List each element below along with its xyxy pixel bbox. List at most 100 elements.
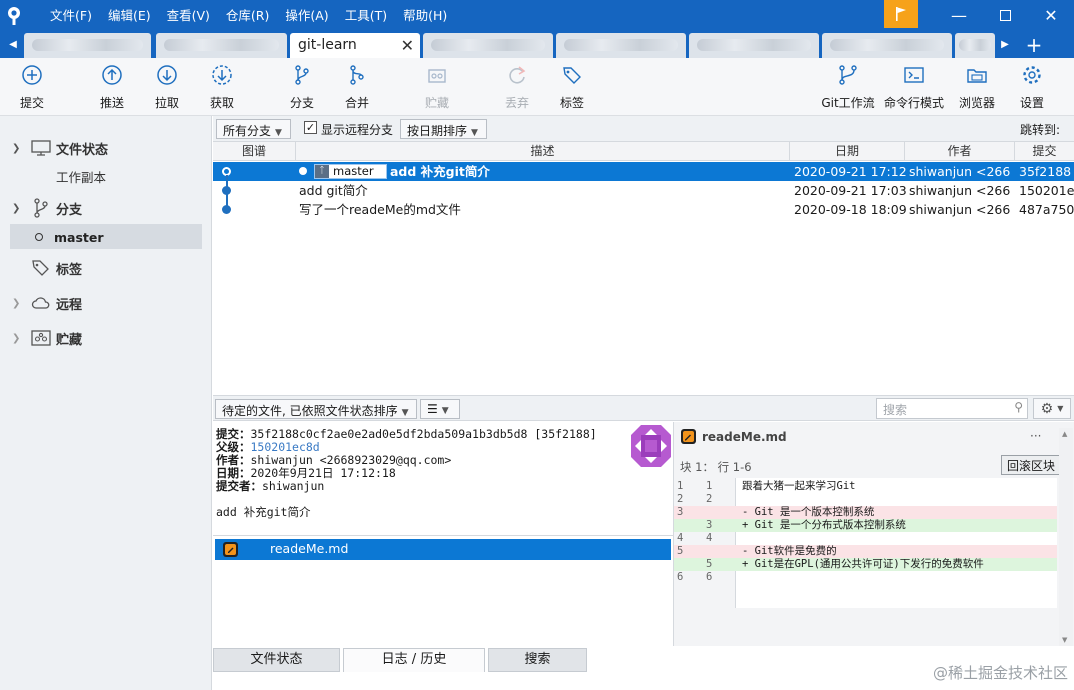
sort-order-dropdown[interactable]: 按日期排序 ▼ [400, 119, 487, 139]
revert-hunk-button[interactable]: 回滚区块 [1001, 455, 1062, 475]
repo-tab[interactable] [423, 33, 553, 58]
diff-scrollbar[interactable]: ▲ ▼ [1059, 428, 1073, 646]
column-header-date[interactable]: 日期 [790, 142, 905, 161]
flag-icon[interactable] [884, 0, 918, 28]
chevron-down-icon: ▼ [401, 408, 409, 418]
new-tab-button[interactable]: + [1022, 31, 1046, 58]
repo-tab[interactable] [955, 33, 995, 58]
view-mode-dropdown[interactable]: ☰ ▼ [420, 399, 460, 419]
terminal-button[interactable]: 命令行模式 [884, 62, 944, 112]
chevron-down-icon: ▼ [441, 406, 449, 416]
watermark: @稀土掘金技术社区 [932, 664, 1068, 682]
close-window-button[interactable]: ✕ [1028, 0, 1074, 31]
show-remote-label: 显示远程分支 [321, 123, 394, 137]
pull-down-icon [154, 62, 180, 88]
show-remote-checkbox[interactable]: ✓ [304, 121, 317, 134]
sidebar-section-file-status[interactable]: ❯ 文件状态 [0, 135, 212, 161]
menu-help[interactable]: 帮助(H) [395, 0, 455, 31]
head-indicator-icon [299, 167, 307, 175]
diff-code: 11 跟着大猪一起来学习Git 22 3- Git 是一个版本控制系统 3 + G… [674, 478, 1057, 608]
settings-button[interactable]: 设置 [1018, 62, 1046, 112]
chevron-right-icon[interactable]: ❯ [12, 333, 24, 344]
stash-button[interactable]: 贮藏 [423, 62, 451, 112]
scroll-up-icon[interactable]: ▲ [1062, 430, 1067, 438]
menu-edit[interactable]: 编辑(E) [100, 0, 159, 31]
chevron-down-icon: ▼ [1057, 404, 1064, 413]
sidebar-section-branches[interactable]: ❯ 分支 [0, 195, 212, 221]
list-icon: ☰ [427, 402, 438, 416]
sidebar-section-remotes[interactable]: ❯ 远程 [0, 290, 212, 316]
git-flow-button[interactable]: Git工作流 [821, 62, 875, 112]
diff-line: 11 跟着大猪一起来学习Git [677, 480, 856, 492]
repo-tab[interactable] [156, 33, 287, 58]
repo-tab-active[interactable]: git-learn ✕ [290, 33, 420, 58]
commit-row[interactable]: ᛏ master add 补充git简介 2020-09-21 17:12 shi… [213, 162, 1074, 181]
pull-button[interactable]: 拉取 [153, 62, 181, 112]
sidebar-section-tags[interactable]: 标签 [0, 255, 212, 281]
merge-button[interactable]: 合并 [343, 62, 371, 112]
column-header-author[interactable]: 作者 [905, 142, 1015, 161]
tab-search[interactable]: 搜索 [488, 648, 587, 672]
column-header-graph[interactable]: 图谱 [213, 142, 296, 161]
more-options-icon[interactable]: ··· [1030, 429, 1041, 443]
all-branches-dropdown[interactable]: 所有分支 ▼ [216, 119, 291, 139]
discard-button[interactable]: 丢弃 [503, 62, 531, 112]
menu-file[interactable]: 文件(F) [42, 0, 100, 31]
fetch-icon [209, 62, 235, 88]
diff-line: 44 [677, 532, 713, 544]
commit-row[interactable]: add git简介 2020-09-21 17:03 shiwanjun <26… [213, 181, 1074, 200]
search-input[interactable]: 搜索 ⚲ [876, 398, 1028, 419]
menu-view[interactable]: 查看(V) [159, 0, 218, 31]
commit-button[interactable]: 提交 [18, 62, 46, 112]
main-toolbar: 提交 推送 拉取 获取 分支 合并 贮藏 丢弃 标签 Git工作流 命令行模式 [0, 58, 1074, 116]
menu-actions[interactable]: 操作(A) [277, 0, 336, 31]
commit-date: 2020-09-21 17:03 [794, 183, 907, 198]
sidebar-item-working-copy[interactable]: 工作副本 [0, 163, 212, 189]
discard-icon [504, 62, 530, 88]
menu-tools[interactable]: 工具(T) [337, 0, 395, 31]
repo-tab[interactable] [24, 33, 151, 58]
minimize-button[interactable]: — [936, 0, 982, 31]
file-sort-dropdown[interactable]: 待定的文件, 已依照文件状态排序 ▼ [215, 399, 417, 419]
commit-hash: 487a750 [1019, 202, 1074, 217]
fetch-button[interactable]: 获取 [208, 62, 236, 112]
chevron-down-icon[interactable]: ❯ [12, 203, 24, 214]
sourcetree-logo-icon[interactable] [0, 0, 28, 31]
repo-tab[interactable] [689, 33, 819, 58]
column-header-description[interactable]: 描述 [296, 142, 790, 161]
jump-to-label[interactable]: 跳转到: [1020, 121, 1060, 138]
sidebar-item-master[interactable]: master [0, 224, 212, 250]
changed-files-list: readeMe.md [213, 535, 673, 647]
explorer-button[interactable]: 浏览器 [958, 62, 996, 112]
commit-description: add git简介 [299, 183, 368, 198]
maximize-button[interactable] [982, 0, 1028, 31]
tab-scroll-right-icon[interactable]: ▶ [996, 31, 1014, 58]
options-dropdown[interactable]: ⚙ ▼ [1033, 398, 1071, 419]
tag-button[interactable]: 标签 [558, 62, 586, 112]
repo-tab[interactable] [822, 33, 952, 58]
tab-log-history[interactable]: 日志 / 历史 [343, 648, 485, 672]
sidebar-section-stashes[interactable]: ❯ 贮藏 [0, 325, 212, 351]
scroll-down-icon[interactable]: ▼ [1062, 636, 1067, 644]
commit-message: add 补充git简介 [216, 505, 311, 519]
tab-file-status[interactable]: 文件状态 [213, 648, 340, 672]
chevron-right-icon[interactable]: ❯ [12, 298, 24, 309]
repo-tab[interactable] [556, 33, 686, 58]
diff-line-added: 5 + Git是在GPL(通用公共许可证)下发行的免费软件 [674, 558, 1057, 571]
commit-date: 2020-09-18 18:09 [794, 202, 907, 217]
bottom-view-tabs: 文件状态 日志 / 历史 搜索 @稀土掘金技术社区 [213, 647, 1074, 690]
branch-button[interactable]: 分支 [288, 62, 316, 112]
column-header-commit[interactable]: 提交 [1015, 142, 1074, 161]
menu-bar: 文件(F) 编辑(E) 查看(V) 仓库(R) 操作(A) 工具(T) 帮助(H… [42, 0, 455, 31]
commit-row[interactable]: 写了一个readeMe的md文件 2020-09-18 18:09 shiwan… [213, 200, 1074, 219]
stash-icon [30, 328, 52, 348]
close-tab-icon[interactable]: ✕ [401, 36, 414, 55]
tab-scroll-left-icon[interactable]: ◀ [4, 31, 22, 58]
menu-repository[interactable]: 仓库(R) [218, 0, 277, 31]
chevron-down-icon[interactable]: ❯ [12, 143, 24, 154]
file-row[interactable]: readeMe.md [215, 539, 671, 560]
diff-line-removed: 3- Git 是一个版本控制系统 [674, 506, 1057, 519]
push-button[interactable]: 推送 [98, 62, 126, 112]
chevron-down-icon: ▼ [471, 128, 478, 138]
stash-icon [424, 62, 450, 88]
